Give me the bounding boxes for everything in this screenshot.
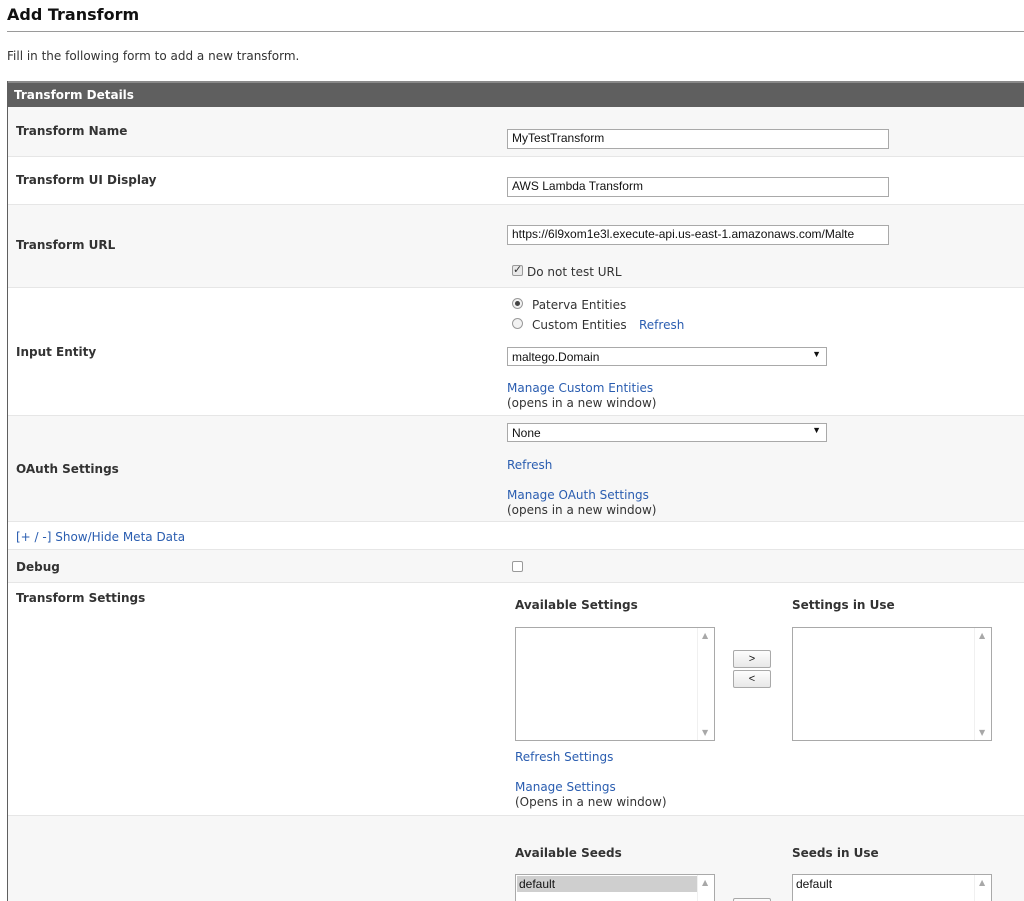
row-meta-toggle: [+ / -] Show/Hide Meta Data <box>8 522 1024 550</box>
seeds-in-use-heading: Seeds in Use <box>792 846 879 860</box>
manage-settings-link[interactable]: Manage Settings <box>515 780 616 794</box>
debug-label: Debug <box>16 560 60 574</box>
seeds-in-use-list[interactable]: default ▲ <box>792 874 992 901</box>
transform-name-input[interactable]: MyTestTransform <box>507 129 889 149</box>
transform-url-input[interactable]: https://6l9xom1e3l.execute-api.us-east-1… <box>507 225 889 245</box>
panel-header: Transform Details <box>8 81 1024 107</box>
refresh-settings-link[interactable]: Refresh Settings <box>515 750 613 764</box>
refresh-entities-link[interactable]: Refresh <box>639 318 684 332</box>
list-item[interactable]: default <box>517 876 697 892</box>
scrollbar[interactable]: ▲ <box>697 875 714 901</box>
input-entity-selected: maltego.Domain <box>512 350 600 364</box>
custom-entities-label: Custom Entities <box>532 318 627 332</box>
page-intro: Fill in the following form to add a new … <box>7 49 300 63</box>
row-transform-name: Transform Name MyTestTransform <box>8 107 1024 157</box>
custom-entities-radio[interactable] <box>512 318 523 329</box>
refresh-oauth-link[interactable]: Refresh <box>507 458 552 472</box>
row-seeds: Available Seeds Seeds in Use default ▲ d… <box>8 816 1024 901</box>
manage-entities-note: (opens in a new window) <box>507 396 657 410</box>
oauth-select[interactable]: None ▼ <box>507 423 827 442</box>
row-ui-display: Transform UI Display AWS Lambda Transfor… <box>8 157 1024 205</box>
available-settings-heading: Available Settings <box>515 598 638 612</box>
add-setting-button[interactable]: > <box>733 650 771 668</box>
paterva-entities-radio[interactable] <box>512 298 523 309</box>
list-item[interactable]: default <box>794 876 974 892</box>
manage-custom-entities-link[interactable]: Manage Custom Entities <box>507 381 653 395</box>
transform-url-label: Transform URL <box>16 238 116 252</box>
manage-oauth-note: (opens in a new window) <box>507 503 657 517</box>
paterva-entities-label: Paterva Entities <box>532 298 627 312</box>
transform-details-panel: Transform Details Transform Name MyTestT… <box>7 81 1024 901</box>
available-seeds-heading: Available Seeds <box>515 846 622 860</box>
scroll-down-icon[interactable]: ▼ <box>702 728 708 737</box>
debug-checkbox[interactable] <box>512 561 523 572</box>
oauth-settings-label: OAuth Settings <box>16 462 119 476</box>
scroll-up-icon[interactable]: ▲ <box>702 878 708 887</box>
no-test-url-checkbox[interactable] <box>512 263 523 276</box>
row-oauth-settings: OAuth Settings None ▼ Refresh Manage OAu… <box>8 416 1024 522</box>
transform-settings-label: Transform Settings <box>16 591 146 605</box>
row-debug: Debug <box>8 550 1024 583</box>
scroll-up-icon[interactable]: ▲ <box>979 878 985 887</box>
available-settings-list[interactable]: ▲ ▼ <box>515 627 715 741</box>
scrollbar[interactable]: ▲ ▼ <box>697 628 714 740</box>
chevron-down-icon: ▼ <box>812 349 821 359</box>
manage-settings-note: (Opens in a new window) <box>515 795 667 809</box>
scrollbar[interactable]: ▲ <box>974 875 991 901</box>
page-title: Add Transform <box>7 5 140 24</box>
row-transform-url: Transform URL https://6l9xom1e3l.execute… <box>8 205 1024 288</box>
remove-setting-button[interactable]: < <box>733 670 771 688</box>
title-divider <box>7 31 1024 32</box>
input-entity-label: Input Entity <box>16 345 97 359</box>
input-entity-select[interactable]: maltego.Domain ▼ <box>507 347 827 366</box>
ui-display-input[interactable]: AWS Lambda Transform <box>507 177 889 197</box>
ui-display-label: Transform UI Display <box>16 173 157 187</box>
row-transform-settings: Transform Settings Available Settings Se… <box>8 583 1024 816</box>
available-seeds-list[interactable]: default ▲ <box>515 874 715 901</box>
transform-name-label: Transform Name <box>16 124 128 138</box>
scroll-up-icon[interactable]: ▲ <box>702 631 708 640</box>
scroll-down-icon[interactable]: ▼ <box>979 728 985 737</box>
no-test-url-label: Do not test URL <box>527 265 622 279</box>
oauth-selected: None <box>512 426 541 440</box>
chevron-down-icon: ▼ <box>812 425 821 435</box>
panel-header-title: Transform Details <box>14 88 134 102</box>
row-input-entity: Input Entity Paterva Entities Custom Ent… <box>8 288 1024 416</box>
settings-in-use-list[interactable]: ▲ ▼ <box>792 627 992 741</box>
scrollbar[interactable]: ▲ ▼ <box>974 628 991 740</box>
show-hide-meta-link[interactable]: [+ / -] Show/Hide Meta Data <box>16 530 185 544</box>
scroll-up-icon[interactable]: ▲ <box>979 631 985 640</box>
settings-in-use-heading: Settings in Use <box>792 598 895 612</box>
manage-oauth-link[interactable]: Manage OAuth Settings <box>507 488 649 502</box>
